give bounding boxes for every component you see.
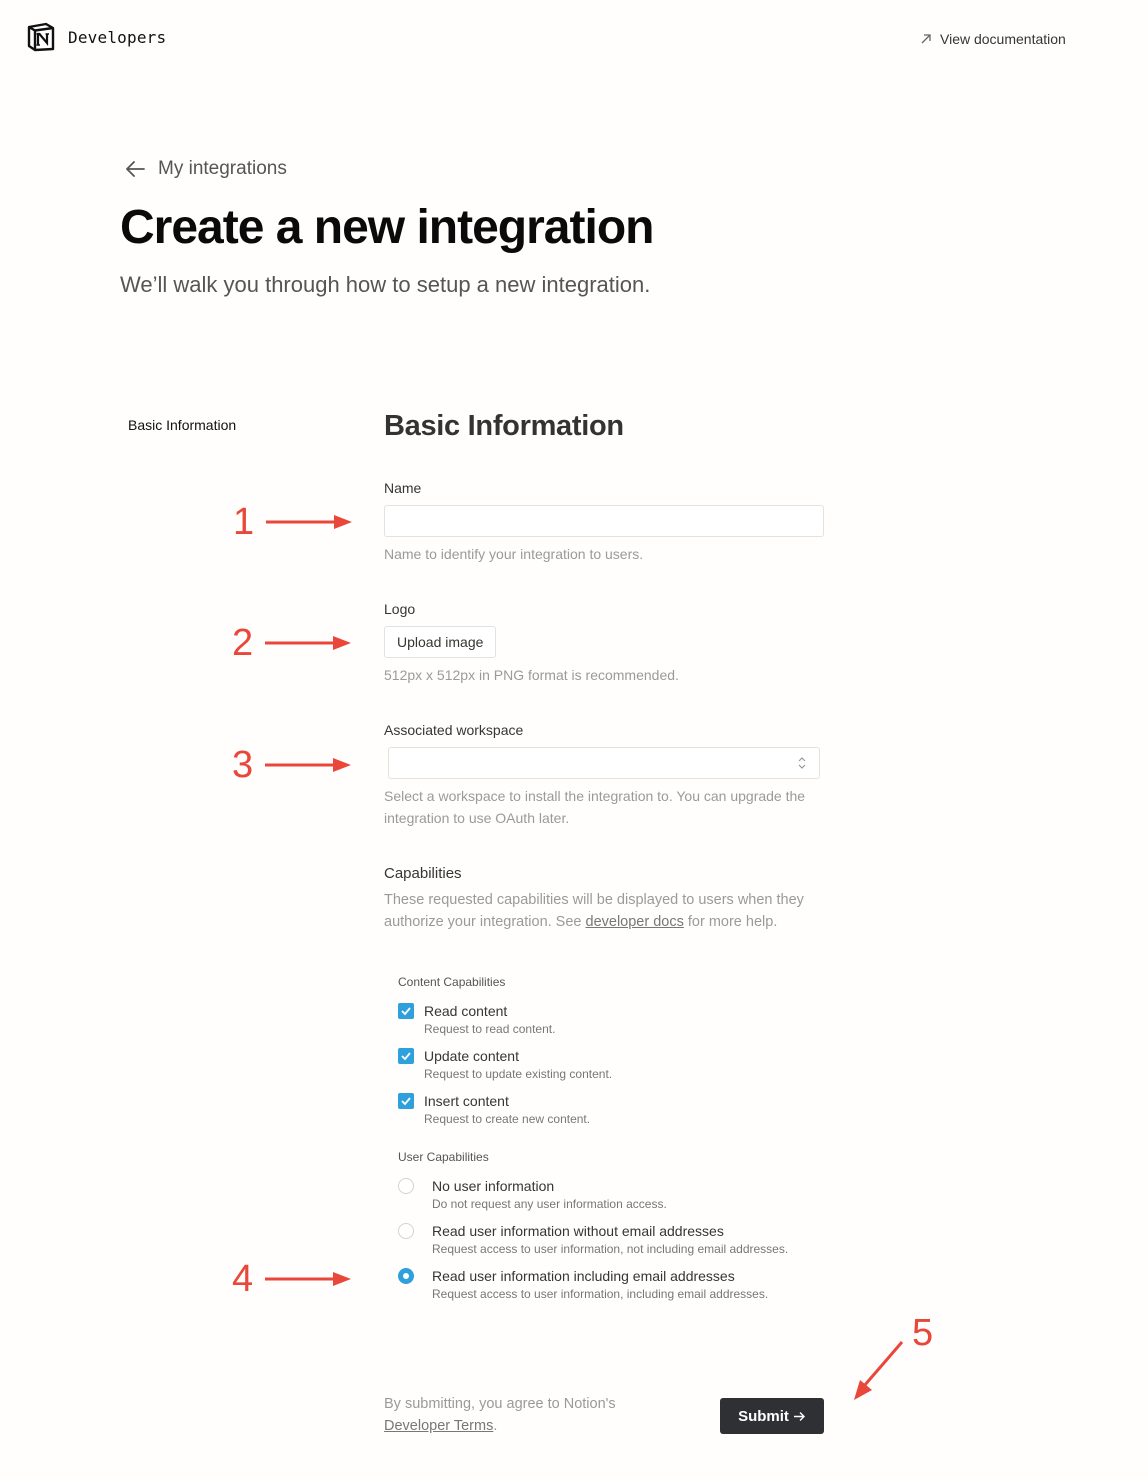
annotation-arrow-icon	[265, 636, 352, 650]
annotation-number: 4	[232, 1258, 254, 1300]
doc-link-label: View documentation	[940, 31, 1066, 47]
capability-read-content[interactable]: Read content Request to read content.	[398, 1002, 555, 1038]
annotation-number: 2	[232, 622, 254, 664]
arrow-right-icon	[793, 1411, 805, 1421]
annotation-number: 1	[233, 501, 255, 543]
update-content-checkbox[interactable]	[398, 1048, 414, 1064]
capability-desc: Request to read content.	[424, 1022, 556, 1036]
capabilities-help-suffix: for more help.	[683, 914, 778, 930]
name-label: Name	[384, 480, 422, 496]
annotation-arrow-icon	[854, 1341, 904, 1400]
side-nav-item-basic-information[interactable]: Basic Information	[128, 417, 236, 433]
name-input[interactable]	[384, 505, 824, 537]
annotation-arrow-icon	[265, 758, 352, 772]
check-icon	[401, 1052, 411, 1061]
external-arrow-icon	[921, 34, 931, 44]
capability-title: Insert content	[424, 1093, 509, 1109]
user-capabilities-label: User Capabilities	[398, 1150, 489, 1164]
annotation-3: 3	[232, 746, 353, 784]
capability-insert-content[interactable]: Insert content Request to create new cont…	[398, 1092, 590, 1128]
top-bar: Developers View documentation	[0, 0, 1148, 80]
back-to-integrations-link[interactable]: My integrations	[124, 158, 287, 180]
terms-suffix: .	[493, 1418, 498, 1434]
annotation-5: 5	[850, 1314, 933, 1404]
annotation-4: 4	[232, 1260, 353, 1298]
check-icon	[401, 1097, 411, 1106]
logo-label: Logo	[384, 601, 416, 617]
view-documentation-link[interactable]: View documentation	[920, 31, 1066, 47]
capabilities-label: Capabilities	[384, 865, 462, 882]
notion-logo-icon	[27, 22, 55, 52]
annotation-2: 2	[232, 624, 353, 662]
capability-desc: Request to update existing content.	[424, 1067, 613, 1081]
page-title: Create a new integration	[120, 201, 654, 254]
user-info-without-email-radio[interactable]	[398, 1223, 414, 1239]
no-user-info-radio[interactable]	[398, 1178, 414, 1194]
brand[interactable]: Developers	[26, 22, 166, 52]
option-desc: Do not request any user information acce…	[432, 1197, 667, 1211]
annotation-arrow-icon	[265, 1272, 352, 1286]
workspace-label: Associated workspace	[384, 722, 524, 738]
annotation-1: 1	[233, 503, 354, 541]
arrow-left-icon	[126, 161, 145, 177]
capability-update-content[interactable]: Update content Request to update existing…	[398, 1047, 612, 1083]
option-title: No user information	[432, 1178, 555, 1194]
section-title: Basic Information	[384, 410, 624, 442]
annotation-number: 5	[912, 1312, 934, 1354]
workspace-select[interactable]	[388, 747, 820, 779]
brand-name: Developers	[68, 27, 167, 47]
annotation-arrow-icon	[266, 515, 353, 529]
option-title: Read user information including email ad…	[432, 1268, 735, 1284]
user-option-without-email[interactable]: Read user information without email addr…	[398, 1222, 788, 1258]
logo-help: 512px x 512px in PNG format is recommend…	[384, 667, 679, 683]
terms-prefix: By submitting, you agree to Notion's	[384, 1396, 616, 1412]
check-icon	[401, 1007, 411, 1016]
capability-title: Read content	[424, 1003, 508, 1019]
option-title: Read user information without email addr…	[432, 1223, 724, 1239]
chevron-up-down-icon	[798, 757, 806, 769]
read-content-checkbox[interactable]	[398, 1003, 414, 1019]
terms-text: By submitting, you agree to Notion's Dev…	[384, 1393, 664, 1437]
capability-title: Update content	[424, 1048, 519, 1064]
developer-terms-link[interactable]: Developer Terms	[384, 1418, 493, 1434]
side-nav: Basic Information	[128, 417, 236, 433]
workspace-help: Select a workspace to install the integr…	[384, 788, 806, 826]
submit-label: Submit	[738, 1407, 789, 1425]
upload-image-button[interactable]: Upload image	[384, 626, 497, 658]
user-info-with-email-radio[interactable]	[398, 1268, 414, 1284]
user-option-none[interactable]: No user information Do not request any us…	[398, 1177, 667, 1213]
capability-desc: Request to create new content.	[424, 1112, 591, 1126]
developer-docs-link[interactable]: developer docs	[586, 914, 684, 930]
capabilities-help: These requested capabilities will be dis…	[384, 889, 814, 933]
user-option-with-email[interactable]: Read user information including email ad…	[398, 1267, 768, 1303]
back-link-label: My integrations	[158, 158, 287, 179]
content-capabilities-label: Content Capabilities	[398, 975, 506, 989]
submit-button[interactable]: Submit	[720, 1398, 824, 1434]
insert-content-checkbox[interactable]	[398, 1093, 414, 1109]
page-subtitle: We’ll walk you through how to setup a ne…	[120, 272, 651, 297]
name-help: Name to identify your integration to use…	[384, 546, 644, 562]
option-desc: Request access to user information, not …	[432, 1242, 789, 1256]
option-desc: Request access to user information, incl…	[432, 1287, 769, 1301]
annotation-number: 3	[232, 744, 254, 786]
